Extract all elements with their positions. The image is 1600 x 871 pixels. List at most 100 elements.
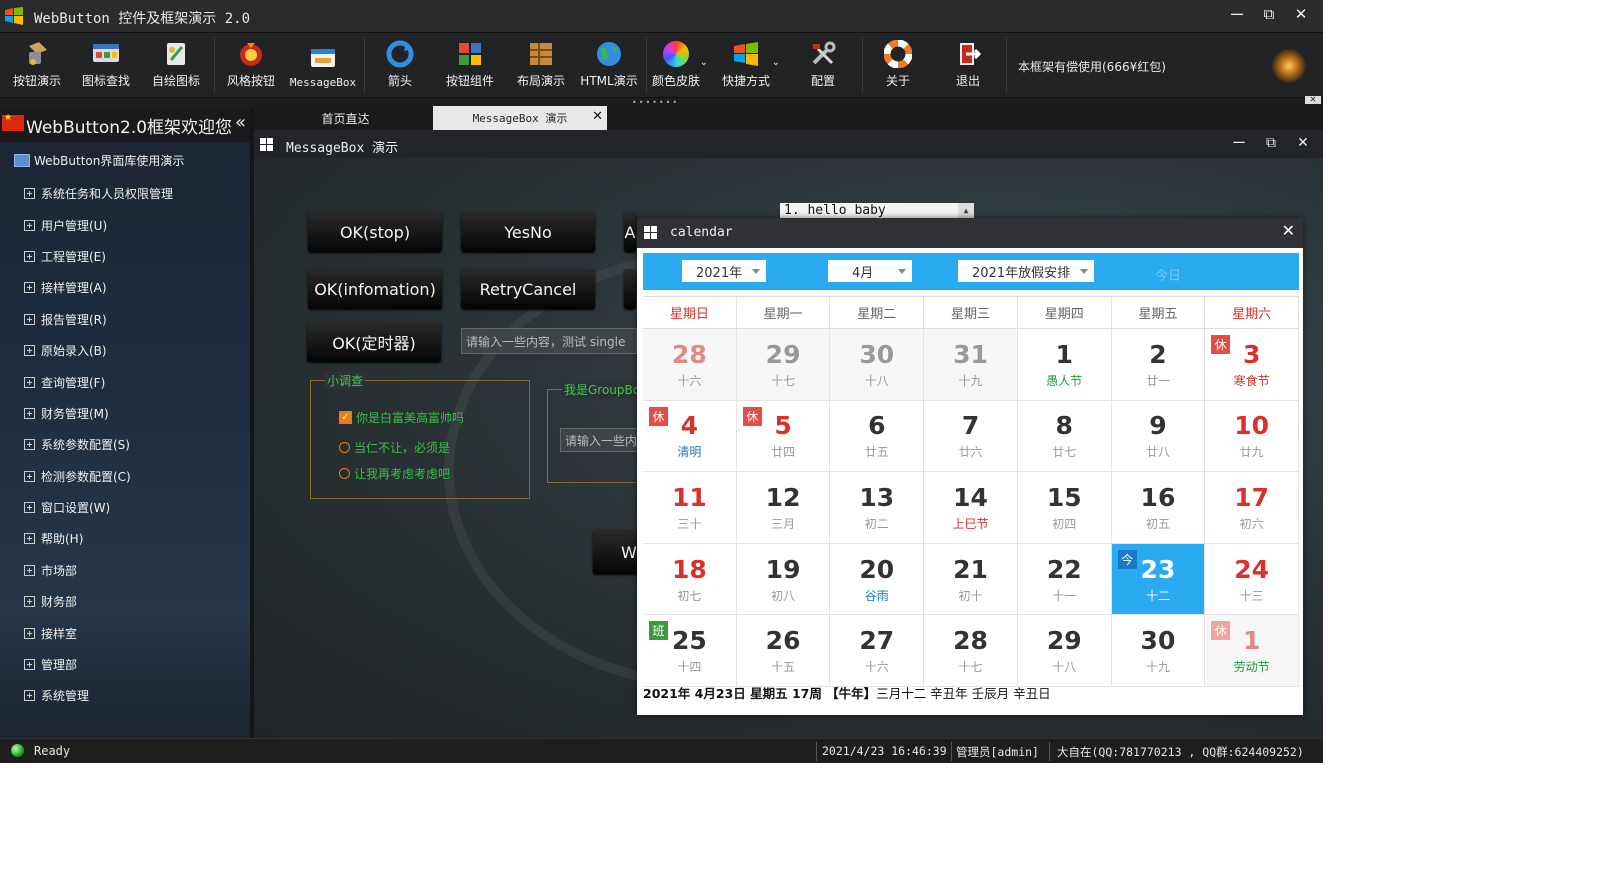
calendar-day[interactable]: 今 23 十二 [1111,543,1206,615]
maximize-button[interactable]: ⧉ [1255,131,1287,155]
expand-icon[interactable] [24,188,35,200]
chevron-down-icon[interactable]: ⌄ [700,57,708,68]
close-icon[interactable]: ✕ [1305,96,1321,104]
toolbar-button-demo[interactable]: 按钮演示 [6,33,68,95]
radio-maybe[interactable]: 让我再考虑考虑吧 [339,465,450,482]
toolbar-exit[interactable]: 退出 [940,33,996,95]
calendar-day[interactable]: 18 初七 [643,543,737,615]
sidebar-item[interactable]: 帮助(H) [24,523,173,554]
calendar-day[interactable]: 14 上巳节 [924,472,1018,543]
calendar-day[interactable]: 17 初六 [1205,472,1300,543]
sidebar-item[interactable]: 管理部 [24,649,173,680]
sidebar-item[interactable]: 检测参数配置(C) [24,461,173,492]
calendar-day[interactable]: 1 愚人节 [1018,329,1112,400]
sidebar-item[interactable]: 工程管理(E) [24,241,173,272]
drag-handle-icon[interactable]: ••••••• [632,98,679,107]
calendar-day[interactable]: 9 廿八 [1112,400,1206,472]
expand-icon[interactable] [24,470,35,482]
toolbar-messagebox[interactable]: MessageBox [286,33,360,95]
calendar-day[interactable]: 27 十六 [830,615,925,686]
calendar-day[interactable]: 休 4 清明 [643,400,737,472]
ok-stop-button[interactable]: OK(stop) [308,212,442,252]
toolbar-html-demo[interactable]: HTML演示 [578,33,640,95]
swirl-logo-icon[interactable] [1272,49,1306,83]
holiday-select[interactable]: 2021年放假安排 [958,260,1094,282]
retrycancel-button[interactable]: RetryCancel [461,269,595,309]
expand-icon[interactable] [24,376,35,388]
today-button[interactable]: 今日 [1155,265,1181,284]
toolbar-about[interactable]: 关于 [870,33,926,95]
ok-information-button[interactable]: OK(infomation) [308,269,442,309]
sidebar-root[interactable]: WebButton界面库使用演示 [14,152,184,169]
calendar-day[interactable]: 31 十九 [924,329,1018,400]
calendar-day[interactable]: 20 谷雨 [830,543,925,615]
tab-home[interactable]: 首页直达 [258,106,433,130]
sidebar-item[interactable]: 接样室 [24,617,173,648]
calendar-day[interactable]: 24 十三 [1205,543,1300,615]
expand-icon[interactable] [24,533,35,545]
sidebar-item[interactable]: 原始录入(B) [24,335,173,366]
expand-icon[interactable] [24,407,35,419]
ok-timer-button[interactable]: OK(定时器) [307,322,441,362]
close-button[interactable]: ✕ [1287,131,1319,155]
toolbar-layout-demo[interactable]: 布局演示 [510,33,572,95]
sidebar-item[interactable]: 用户管理(U) [24,209,173,240]
calendar-day[interactable]: 8 廿七 [1018,400,1112,472]
calendar-day[interactable]: 13 初二 [830,472,925,543]
expand-icon[interactable] [24,250,35,262]
calendar-day[interactable]: 30 十九 [1112,615,1206,686]
month-select[interactable]: 4月 [828,260,912,282]
expand-icon[interactable] [24,439,35,451]
sidebar-item[interactable]: 查询管理(F) [24,366,173,397]
toolbar-arrow[interactable]: 箭头 [372,33,428,95]
sidebar-item[interactable]: 财务管理(M) [24,398,173,429]
minimize-button[interactable]: ー [1221,2,1253,26]
radio-yes[interactable]: 当仁不让，必须是 [339,439,450,456]
partial-button[interactable]: A [624,212,636,252]
close-button[interactable]: ✕ [1285,2,1317,26]
expand-icon[interactable] [24,502,35,514]
yesno-button[interactable]: YesNo [461,212,595,252]
toolbar-style-button[interactable]: 风格按钮 [220,33,282,95]
calendar-day[interactable]: 休 5 廿四 [737,400,831,472]
calendar-close-button[interactable]: ✕ [1282,221,1295,240]
calendar-day[interactable]: 7 廿六 [924,400,1018,472]
toolbar-shortcuts[interactable]: 快捷方式 ⌄ [718,33,780,95]
calendar-day[interactable]: 29 十八 [1018,615,1112,686]
calendar-day[interactable]: 2 廿一 [1112,329,1206,400]
calendar-day[interactable]: 30 十八 [830,329,925,400]
expand-icon[interactable] [24,219,35,231]
calendar-day[interactable]: 休 3 寒食节 [1205,329,1300,400]
calendar-day[interactable]: 6 廿五 [830,400,925,472]
expand-icon[interactable] [24,282,35,294]
calendar-day[interactable]: 10 廿九 [1205,400,1300,472]
toolbar-config[interactable]: 配置 [796,33,850,95]
expand-icon[interactable] [24,564,35,576]
expand-icon[interactable] [24,596,35,608]
calendar-day[interactable]: 22 十一 [1018,543,1112,615]
calendar-day[interactable]: 28 十七 [924,615,1018,686]
year-select[interactable]: 2021年 [682,260,766,282]
sidebar-item[interactable]: 财务部 [24,586,173,617]
single-line-input[interactable]: 请输入一些内容，测试 single [461,328,637,354]
group-input[interactable]: 请输入一些内 [560,428,648,452]
sidebar-item[interactable]: 系统参数配置(S) [24,429,173,460]
rich-checkbox[interactable]: ✓ 你是白富美高富帅吗 [339,409,464,426]
calendar-day[interactable]: 12 三月 [737,472,831,543]
expand-icon[interactable] [24,313,35,325]
calendar-day[interactable]: 29 十七 [736,329,831,400]
expand-icon[interactable] [24,690,35,702]
toolbar-self-draw[interactable]: 自绘图标 [144,33,208,95]
sidebar-item[interactable]: 系统任务和人员权限管理 [24,178,173,209]
sidebar-item[interactable]: 窗口设置(W) [24,492,173,523]
partial-button[interactable] [624,269,636,309]
expand-icon[interactable] [24,345,35,357]
toolbar-icon-search[interactable]: 图标查找 [74,33,138,95]
sidebar-item[interactable]: 接样管理(A) [24,272,173,303]
calendar-day[interactable]: 19 初八 [737,543,831,615]
tab-messagebox[interactable]: MessageBox 演示 ✕ [433,106,607,130]
calendar-day[interactable]: 15 初四 [1018,472,1112,543]
sidebar-item[interactable]: 市场部 [24,555,173,586]
expand-icon[interactable] [24,627,35,639]
calendar-day[interactable]: 班 25 十四 [643,615,737,686]
